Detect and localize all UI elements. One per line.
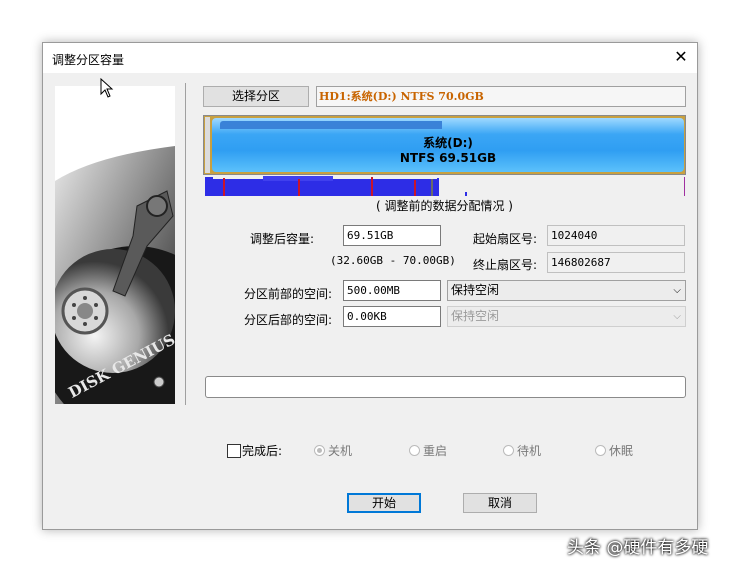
back-space-label: 分区后部的空间: [244,313,333,327]
mouse-cursor-icon [100,78,114,98]
new-size-label: 调整后容量: [250,232,315,246]
watermark: 头条 @硬件有多硬 [567,538,709,558]
distribution-caption: ( 调整前的数据分配情况 ) [376,199,513,213]
radio-standby-label: 待机 [517,444,542,458]
partition-bar-name: 系统(D:) [423,136,473,150]
front-space-option: 保持空闲 [451,283,500,297]
size-range: (32.60GB - 70.00GB) [330,254,456,267]
front-space-select[interactable]: 保持空闲 ⌵ [447,280,686,301]
end-sector-field: 146802687 [547,252,685,273]
after-completion-label: 完成后: [242,444,283,458]
partition-bar-label: 系统(D:) NTFS 69.51GB [212,136,684,166]
after-completion-checkbox[interactable] [227,444,241,458]
dialog-title: 调整分区容量 [52,53,125,67]
select-partition-button[interactable]: 选择分区 [203,86,309,107]
radio-shutdown-label: 关机 [328,444,353,458]
radio-standby[interactable] [503,445,514,456]
title-bar: 调整分区容量 ✕ [43,43,697,73]
chevron-down-icon: ⌵ [673,311,681,322]
partition-bar-fill: 系统(D:) NTFS 69.51GB [212,118,684,172]
resize-partition-dialog: 调整分区容量 ✕ DISK GENIUS 选择分区 HD1:系统(D:) NTF… [42,42,698,530]
cancel-button[interactable]: 取消 [463,493,537,513]
partition-used-highlight [220,121,442,129]
free-space-before [205,117,211,173]
hard-disk-icon: DISK GENIUS [55,146,175,404]
side-separator [185,83,186,405]
close-icon[interactable]: ✕ [671,47,691,67]
disk-genius-logo: DISK GENIUS [55,86,175,404]
data-distribution-map [205,176,685,196]
start-button[interactable]: 开始 [347,493,421,513]
radio-restart[interactable] [409,445,420,456]
radio-shutdown[interactable] [314,445,325,456]
start-sector-field: 1024040 [547,225,685,246]
radio-hibernate[interactable] [595,445,606,456]
front-space-field[interactable]: 500.00MB [343,280,441,301]
progress-bar [205,376,686,398]
partition-bar-size: NTFS 69.51GB [399,151,497,165]
radio-hibernate-label: 休眠 [609,444,634,458]
back-space-option: 保持空闲 [451,309,500,323]
front-space-label: 分区前部的空间: [244,287,333,301]
partition-info: HD1:系统(D:) NTFS 70.0GB [316,86,686,107]
back-space-select: 保持空闲 ⌵ [447,306,686,327]
radio-restart-label: 重启 [423,444,448,458]
new-size-field[interactable]: 69.51GB [343,225,441,246]
partition-bar[interactable]: 系统(D:) NTFS 69.51GB [203,115,686,175]
start-sector-label: 起始扇区号: [473,232,538,246]
end-sector-label: 终止扇区号: [473,258,538,272]
chevron-down-icon: ⌵ [673,285,681,296]
back-space-field[interactable]: 0.00KB [343,306,441,327]
